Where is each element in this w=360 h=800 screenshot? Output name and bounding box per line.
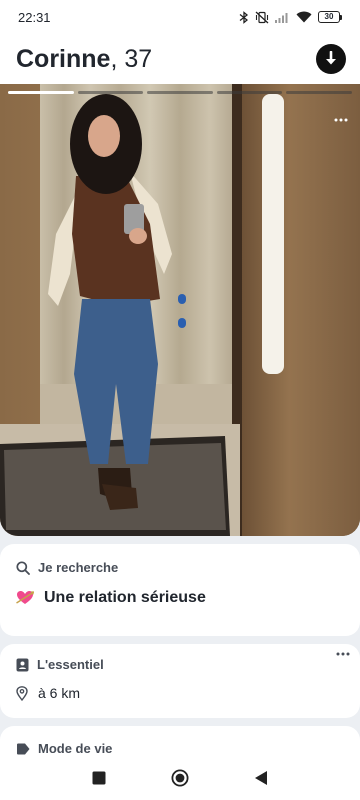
back-button[interactable] — [254, 770, 268, 786]
battery-icon: 30 — [318, 11, 342, 23]
profile-photo[interactable] — [0, 84, 360, 536]
seeking-value-row: Une relation sérieuse — [16, 589, 344, 607]
profile-header: Corinne, 37 — [0, 34, 360, 84]
signal-icon — [275, 13, 288, 23]
profile-title: Corinne, 37 — [16, 45, 152, 74]
progress-segment — [286, 91, 352, 94]
photo-image — [0, 84, 360, 536]
recent-apps-square-icon — [92, 771, 106, 785]
name-age-separator: , — [110, 44, 125, 73]
battery-level: 30 — [318, 11, 340, 23]
progress-segment — [8, 91, 74, 94]
essentials-header: L'essentiel — [16, 657, 344, 672]
profile-name: Corinne — [16, 44, 111, 73]
seeking-card: Je recherche Une relation sérieuse — [0, 544, 360, 636]
progress-segment — [147, 91, 213, 94]
more-horizontal-icon[interactable] — [334, 118, 348, 122]
progress-segment — [216, 91, 283, 94]
id-badge-icon — [16, 658, 29, 671]
seeking-header: Je recherche — [16, 560, 344, 575]
lifestyle-header: Mode de vie — [16, 741, 344, 756]
seeking-title: Je recherche — [38, 560, 119, 575]
download-button[interactable] — [316, 44, 346, 74]
download-arrow-icon — [326, 51, 336, 65]
tag-icon — [17, 743, 30, 754]
distance-row: à 6 km — [16, 685, 344, 701]
location-pin-icon — [16, 685, 28, 701]
back-triangle-icon — [254, 771, 267, 785]
profile-age: 37 — [124, 44, 153, 73]
wifi-icon — [296, 11, 312, 23]
search-icon — [16, 560, 30, 575]
recent-apps-button[interactable] — [92, 771, 106, 785]
lifestyle-title: Mode de vie — [38, 741, 113, 756]
status-bar: 22:31 30 — [0, 0, 360, 34]
vibrate-off-icon — [255, 11, 269, 23]
essentials-title: L'essentiel — [37, 657, 104, 672]
essentials-card: L'essentiel à 6 km — [0, 644, 360, 718]
home-circle-icon — [171, 769, 189, 787]
seeking-value: Une relation sérieuse — [44, 589, 206, 606]
photo-progress — [8, 91, 352, 94]
home-button[interactable] — [171, 769, 189, 787]
bluetooth-icon — [239, 10, 249, 24]
system-nav-bar — [0, 756, 360, 800]
status-icons: 30 — [239, 10, 342, 24]
distance-value: à 6 km — [38, 685, 81, 701]
progress-segment — [77, 91, 144, 94]
heart-arrow-emoji — [16, 591, 34, 604]
more-horizontal-icon[interactable] — [336, 652, 350, 656]
status-time: 22:31 — [18, 9, 51, 25]
